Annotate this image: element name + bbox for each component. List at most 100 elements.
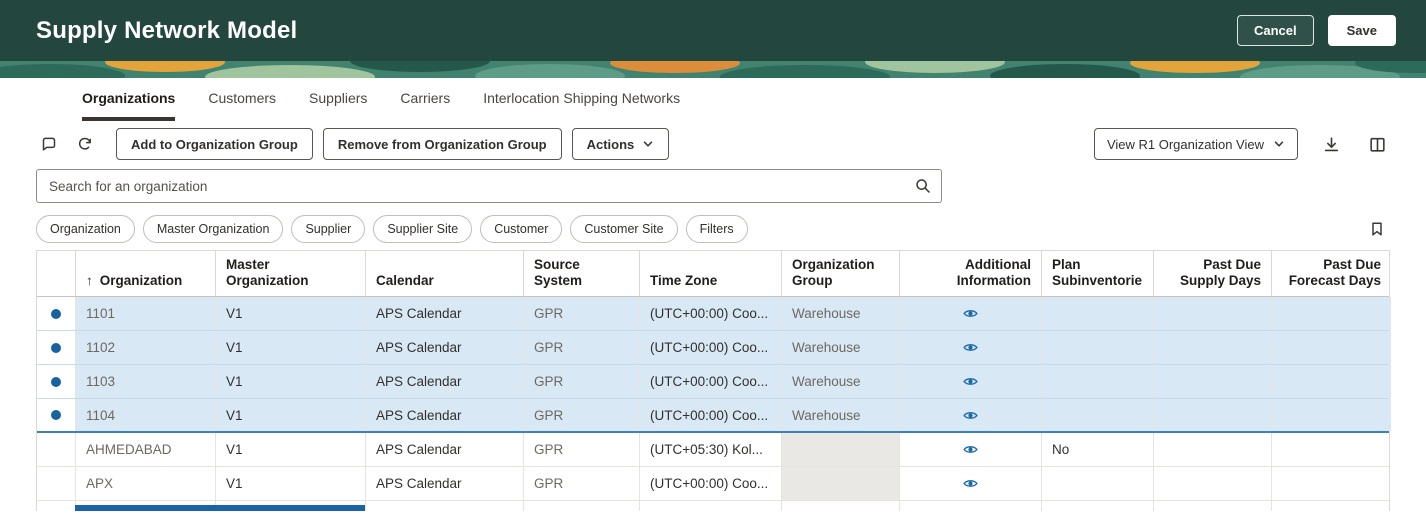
cell-master-organization[interactable]: V1 [215, 467, 365, 500]
cell-past-due-supply-days[interactable] [1153, 467, 1271, 500]
cell-organization-group[interactable] [781, 467, 899, 500]
cell-master-organization[interactable]: V1 [215, 331, 365, 364]
cell-plan-subinventories[interactable]: No [1041, 433, 1153, 466]
eye-icon[interactable] [962, 305, 979, 322]
table-row[interactable]: 1103 V1 APS Calendar GPR (UTC+00:00) Coo… [37, 365, 1389, 399]
cell-time-zone[interactable]: (UTC+00:00) Coo... [639, 467, 781, 500]
filter-chip-supplier-site[interactable]: Supplier Site [373, 215, 472, 243]
cell-organization[interactable]: 1104 [75, 399, 215, 431]
cell-source-system[interactable]: GPR [523, 399, 639, 431]
table-row[interactable]: 1104 V1 APS Calendar GPR (UTC+00:00) Coo… [37, 399, 1389, 433]
cell-plan-subinventories[interactable] [1041, 365, 1153, 398]
cell-time-zone[interactable]: (UTC+00:00) Coo... [639, 399, 781, 431]
cell-master-organization[interactable]: V1 [215, 297, 365, 330]
search-input[interactable] [36, 169, 942, 203]
split-columns-icon[interactable] [1364, 131, 1390, 157]
table-row[interactable]: AHMEDABAD V1 APS Calendar GPR (UTC+05:30… [37, 433, 1389, 467]
cell-past-due-forecast-days[interactable] [1271, 331, 1391, 364]
eye-icon[interactable] [962, 407, 979, 424]
filter-chip-customer-site[interactable]: Customer Site [570, 215, 677, 243]
header-source-system[interactable]: Source System [523, 251, 639, 296]
cell-organization-group[interactable]: Warehouse [781, 331, 899, 364]
refresh-icon[interactable] [72, 131, 98, 157]
cell-time-zone[interactable]: (UTC+00:00) Coo... [639, 331, 781, 364]
save-button[interactable]: Save [1328, 15, 1396, 46]
cell-past-due-supply-days[interactable] [1153, 433, 1271, 466]
tab-customers[interactable]: Customers [208, 90, 276, 121]
cell-past-due-supply-days[interactable] [1153, 331, 1271, 364]
filter-chip-master-organization[interactable]: Master Organization [143, 215, 284, 243]
cell-calendar[interactable]: APS Calendar [365, 297, 523, 330]
cell-calendar[interactable]: APS Calendar [365, 365, 523, 398]
table-row[interactable]: 1102 V1 APS Calendar GPR (UTC+00:00) Coo… [37, 331, 1389, 365]
header-past-due-supply-days[interactable]: Past Due Supply Days [1153, 251, 1271, 296]
header-time-zone[interactable]: Time Zone [639, 251, 781, 296]
cell-past-due-forecast-days[interactable] [1271, 467, 1391, 500]
tab-suppliers[interactable]: Suppliers [309, 90, 367, 121]
header-past-due-forecast-days[interactable]: Past Due Forecast Days [1271, 251, 1391, 296]
header-organization-group[interactable]: Organization Group [781, 251, 899, 296]
row-selector-cell[interactable] [37, 433, 75, 466]
cell-organization-group[interactable] [781, 433, 899, 466]
header-plan-subinventories[interactable]: Plan Subinventorie [1041, 251, 1153, 296]
eye-icon[interactable] [962, 441, 979, 458]
filter-chip-filters[interactable]: Filters [686, 215, 748, 243]
cell-master-organization[interactable]: V1 [215, 399, 365, 431]
tab-carriers[interactable]: Carriers [400, 90, 450, 121]
cell-organization[interactable]: 1102 [75, 331, 215, 364]
header-additional-information[interactable]: Additional Information [899, 251, 1041, 296]
cell-time-zone[interactable]: (UTC+00:00) Coo... [639, 297, 781, 330]
row-selector-cell[interactable] [37, 331, 75, 364]
cell-calendar[interactable]: APS Calendar [365, 331, 523, 364]
cell-plan-subinventories[interactable] [1041, 467, 1153, 500]
cell-organization-group[interactable]: Warehouse [781, 297, 899, 330]
cell-organization[interactable]: 1101 [75, 297, 215, 330]
eye-icon[interactable] [962, 373, 979, 390]
eye-icon[interactable] [962, 475, 979, 492]
table-scrollbar-thumb[interactable] [75, 505, 365, 511]
cell-organization-group[interactable]: Warehouse [781, 399, 899, 431]
cell-plan-subinventories[interactable] [1041, 399, 1153, 431]
filter-chip-customer[interactable]: Customer [480, 215, 562, 243]
comment-icon[interactable] [36, 131, 62, 157]
cell-organization[interactable]: APX [75, 467, 215, 500]
cell-plan-subinventories[interactable] [1041, 331, 1153, 364]
cell-master-organization[interactable]: V1 [215, 433, 365, 466]
remove-from-organization-group-button[interactable]: Remove from Organization Group [323, 128, 562, 160]
cell-past-due-supply-days[interactable] [1153, 297, 1271, 330]
row-selector-cell[interactable] [37, 467, 75, 500]
cell-calendar[interactable]: APS Calendar [365, 399, 523, 431]
row-selector-cell[interactable] [37, 365, 75, 398]
cell-time-zone[interactable]: (UTC+00:00) Coo... [639, 365, 781, 398]
view-selector[interactable]: View R1 Organization View [1094, 128, 1298, 160]
header-calendar[interactable]: Calendar [365, 251, 523, 296]
download-icon[interactable] [1318, 131, 1344, 157]
cell-past-due-supply-days[interactable] [1153, 365, 1271, 398]
cell-source-system[interactable]: GPR [523, 331, 639, 364]
cell-source-system[interactable]: GPR [523, 365, 639, 398]
cancel-button[interactable]: Cancel [1237, 15, 1314, 46]
cell-time-zone[interactable]: (UTC+05:30) Kol... [639, 433, 781, 466]
header-master-organization[interactable]: Master Organization [215, 251, 365, 296]
cell-master-organization[interactable]: V1 [215, 365, 365, 398]
tab-organizations[interactable]: Organizations [82, 90, 175, 121]
filter-chip-organization[interactable]: Organization [36, 215, 135, 243]
cell-past-due-forecast-days[interactable] [1271, 297, 1391, 330]
table-row[interactable]: APX V1 APS Calendar GPR (UTC+00:00) Coo.… [37, 467, 1389, 501]
cell-organization-group[interactable]: Warehouse [781, 365, 899, 398]
cell-past-due-forecast-days[interactable] [1271, 433, 1391, 466]
cell-calendar[interactable]: APS Calendar [365, 433, 523, 466]
cell-past-due-forecast-days[interactable] [1271, 399, 1391, 431]
actions-menu-button[interactable]: Actions [572, 128, 670, 160]
filter-chip-supplier[interactable]: Supplier [291, 215, 365, 243]
row-selector-cell[interactable] [37, 399, 75, 431]
cell-past-due-supply-days[interactable] [1153, 399, 1271, 431]
cell-calendar[interactable]: APS Calendar [365, 467, 523, 500]
add-to-organization-group-button[interactable]: Add to Organization Group [116, 128, 313, 160]
header-organization[interactable]: ↑ Organization [75, 251, 215, 296]
eye-icon[interactable] [962, 339, 979, 356]
cell-plan-subinventories[interactable] [1041, 297, 1153, 330]
row-selector-cell[interactable] [37, 297, 75, 330]
cell-organization[interactable]: 1103 [75, 365, 215, 398]
cell-organization[interactable]: AHMEDABAD [75, 433, 215, 466]
